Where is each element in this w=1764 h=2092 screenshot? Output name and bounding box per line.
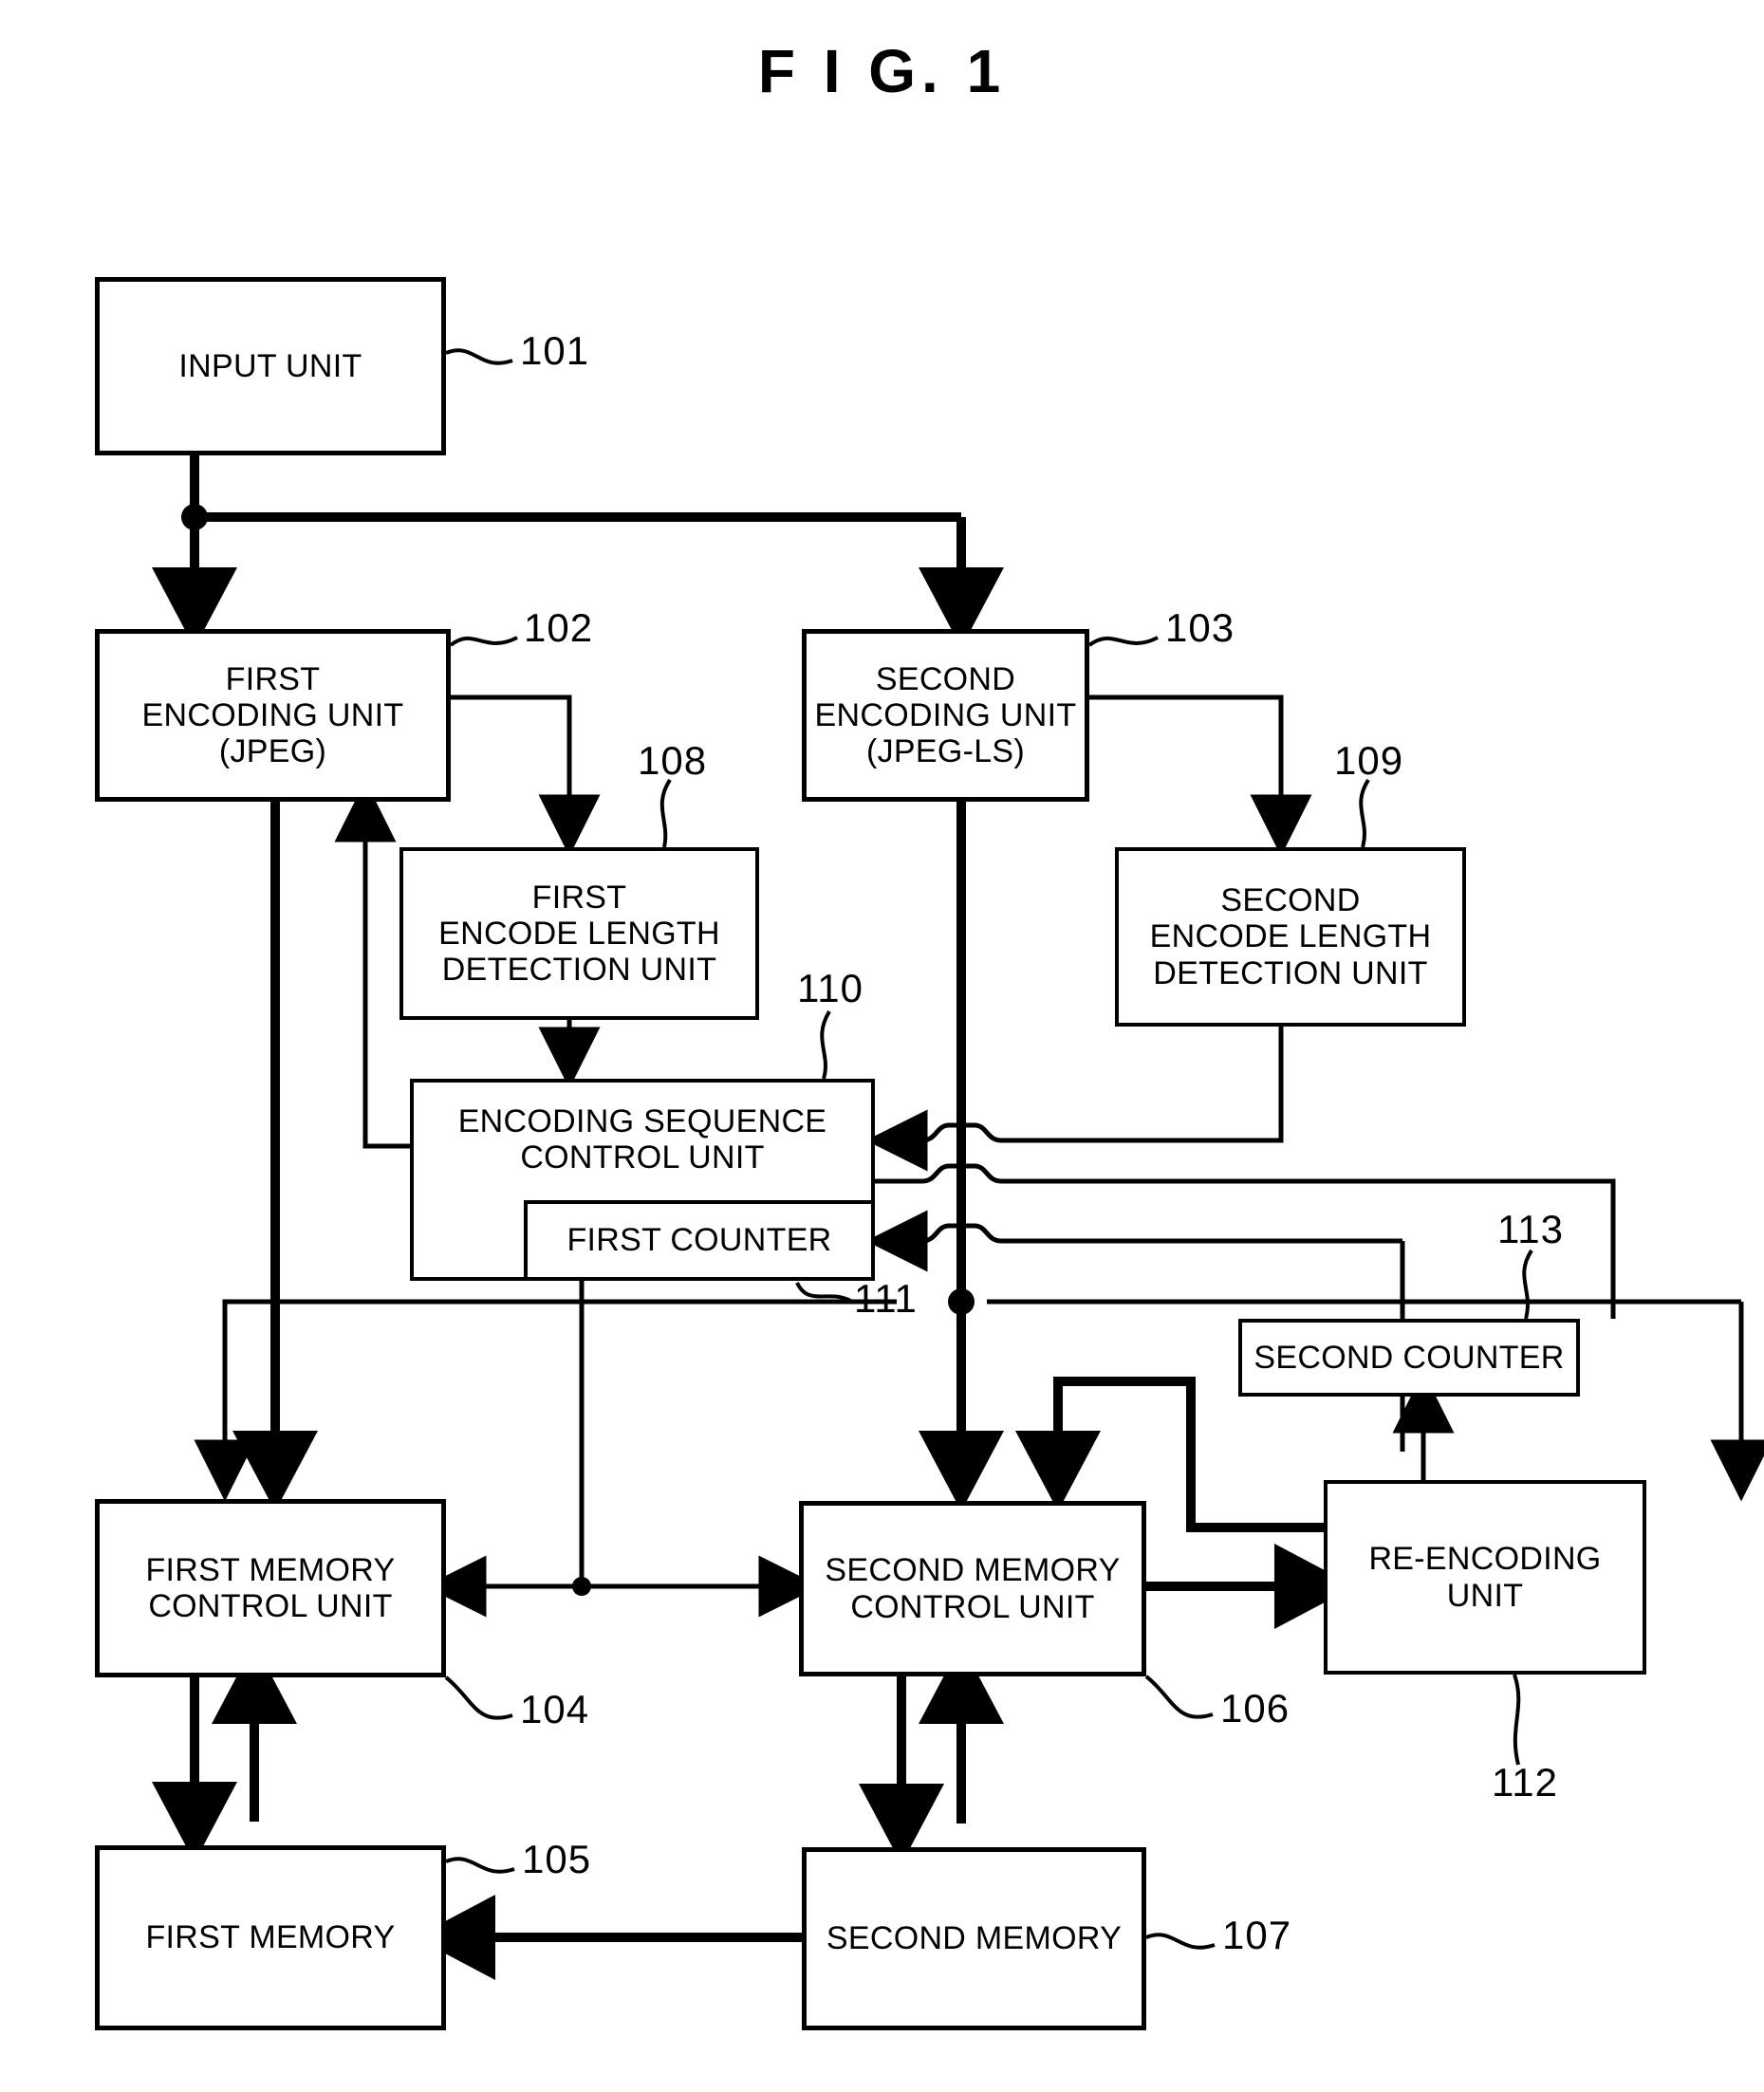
block-label-line1: ENCODING SEQUENCE [457, 1103, 827, 1139]
reference-numeral-109: 109 [1334, 738, 1404, 783]
block-label: SECOND MEMORY [826, 1920, 1123, 1957]
block-second-encoding-unit[interactable]: SECOND ENCODING UNIT (JPEG-LS) [802, 629, 1089, 802]
block-label: FIRST MEMORY [145, 1919, 396, 1956]
block-label: FIRST COUNTER [566, 1222, 832, 1259]
reference-numeral-110: 110 [797, 966, 863, 1010]
block-label-line1: FIRST MEMORY [145, 1551, 396, 1588]
block-label: SECOND COUNTER [1253, 1339, 1565, 1376]
reference-numeral-108: 108 [638, 738, 708, 783]
reference-numeral-102: 102 [524, 605, 594, 650]
block-label-line1: SECOND [1220, 882, 1361, 919]
reference-numeral-113: 113 [1497, 1207, 1564, 1251]
block-label-line2: CONTROL UNIT [520, 1139, 765, 1176]
block-second-memory[interactable]: SECOND MEMORY [802, 1847, 1146, 2030]
block-label-line3: DETECTION UNIT [1153, 954, 1428, 991]
reference-numeral-104: 104 [520, 1687, 590, 1731]
block-label-line1: FIRST [531, 879, 627, 916]
reference-numeral-112: 112 [1492, 1760, 1558, 1805]
reference-numeral-103: 103 [1165, 605, 1235, 650]
block-label-line1: SECOND [875, 660, 1016, 697]
block-first-encoding-unit[interactable]: FIRST ENCODING UNIT (JPEG) [95, 629, 451, 802]
block-label-line2: CONTROL UNIT [148, 1588, 393, 1624]
block-second-memory-control-unit[interactable]: SECOND MEMORY CONTROL UNIT [799, 1501, 1146, 1676]
reference-numeral-105: 105 [522, 1837, 592, 1881]
figure-sheet: F I G. 1 INPUT UNIT FIRST ENCODING UNIT … [0, 0, 1764, 2092]
block-second-counter[interactable]: SECOND COUNTER [1238, 1319, 1580, 1397]
reference-numeral-107: 107 [1222, 1913, 1292, 1957]
reference-numeral-101: 101 [520, 328, 590, 373]
block-label-line1: SECOND MEMORY [825, 1552, 1121, 1589]
block-label-line1: RE-ENCODING [1368, 1541, 1602, 1578]
reference-numeral-106: 106 [1220, 1686, 1291, 1731]
block-label-line3: (JPEG) [218, 733, 327, 770]
block-label-line3: (JPEG-LS) [865, 733, 1026, 770]
block-first-counter[interactable]: FIRST COUNTER [524, 1200, 875, 1281]
block-label: INPUT UNIT [178, 347, 362, 384]
block-input-unit[interactable]: INPUT UNIT [95, 277, 446, 455]
block-label-line1: FIRST [225, 660, 321, 697]
block-label-line2: ENCODING UNIT [814, 696, 1077, 733]
block-label-line3: DETECTION UNIT [441, 952, 717, 989]
block-label-line2: CONTROL UNIT [850, 1588, 1095, 1625]
block-second-encode-length-detection-unit[interactable]: SECOND ENCODE LENGTH DETECTION UNIT [1115, 847, 1466, 1027]
block-label-line2: ENCODE LENGTH [438, 915, 720, 952]
block-first-memory[interactable]: FIRST MEMORY [95, 1845, 446, 2030]
block-label-line2: UNIT [1446, 1577, 1524, 1614]
reference-numeral-111: 111 [854, 1276, 918, 1321]
block-label-line2: ENCODE LENGTH [1149, 918, 1432, 955]
block-first-memory-control-unit[interactable]: FIRST MEMORY CONTROL UNIT [95, 1499, 446, 1677]
block-label-line2: ENCODING UNIT [141, 696, 404, 733]
block-re-encoding-unit[interactable]: RE-ENCODING UNIT [1324, 1480, 1646, 1675]
block-first-encode-length-detection-unit[interactable]: FIRST ENCODE LENGTH DETECTION UNIT [399, 847, 759, 1020]
